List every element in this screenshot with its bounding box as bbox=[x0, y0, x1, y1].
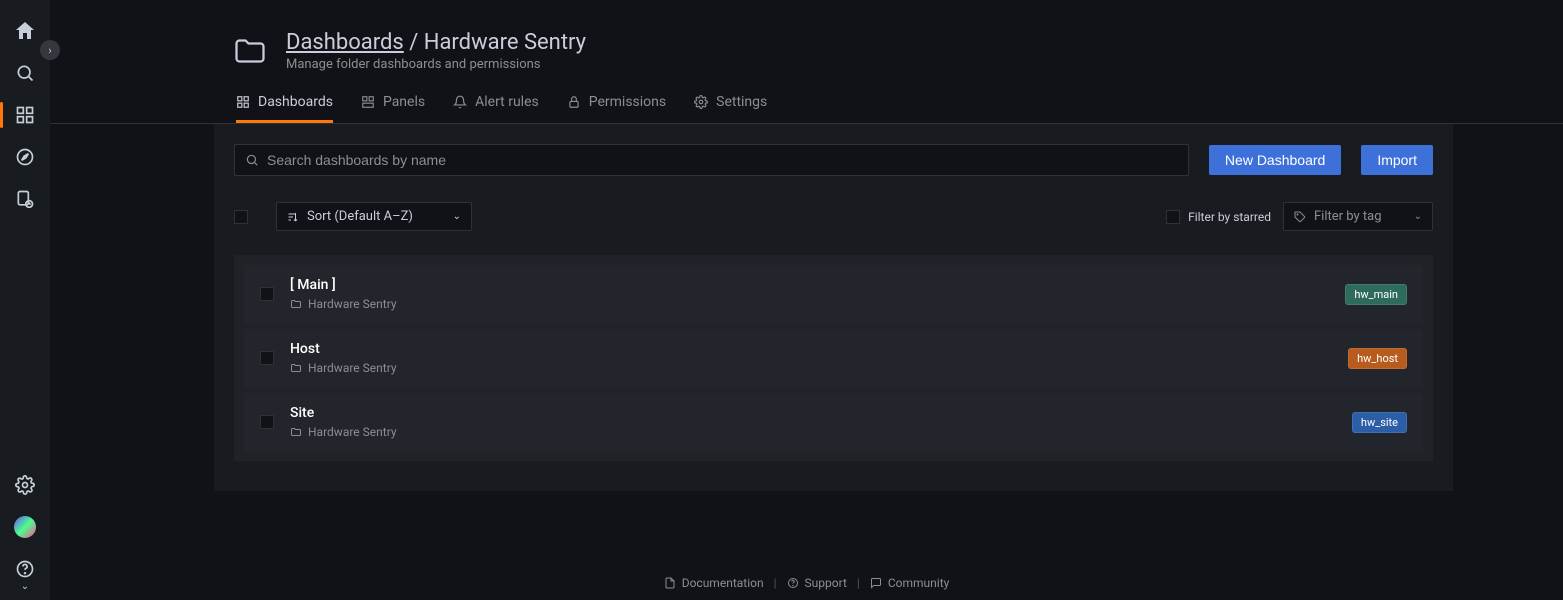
breadcrumb-root[interactable]: Dashboards bbox=[286, 30, 404, 55]
item-folder: Hardware Sentry bbox=[290, 297, 1329, 311]
breadcrumb-sep: / bbox=[404, 30, 424, 55]
support-icon bbox=[787, 577, 799, 589]
tag-icon bbox=[1294, 211, 1306, 223]
panel-icon bbox=[361, 95, 375, 109]
select-all-checkbox[interactable] bbox=[234, 210, 248, 224]
chevron-down-icon: ⌄ bbox=[453, 211, 461, 222]
tab-permissions[interactable]: Permissions bbox=[567, 94, 666, 123]
breadcrumb-leaf: Hardware Sentry bbox=[424, 30, 586, 55]
item-checkbox[interactable] bbox=[260, 351, 274, 365]
page-header: Dashboards / Hardware Sentry Manage fold… bbox=[50, 0, 1563, 72]
item-checkbox[interactable] bbox=[260, 415, 274, 429]
search-icon bbox=[245, 153, 259, 167]
item-title: Host bbox=[290, 341, 1332, 357]
nav-configuration[interactable] bbox=[0, 464, 50, 506]
sort-icon bbox=[287, 211, 299, 223]
item-folder: Hardware Sentry bbox=[290, 425, 1336, 439]
document-icon bbox=[664, 577, 676, 589]
nav-avatar[interactable] bbox=[14, 516, 36, 538]
tab-alert-rules[interactable]: Alert rules bbox=[453, 94, 539, 123]
tab-label: Settings bbox=[716, 94, 767, 110]
search-input[interactable] bbox=[267, 152, 1178, 168]
sort-select[interactable]: Sort (Default A–Z) ⌄ bbox=[276, 202, 472, 231]
item-tag[interactable]: hw_main bbox=[1345, 284, 1407, 305]
lock-icon bbox=[567, 95, 581, 109]
footer-support[interactable]: Support bbox=[787, 576, 847, 590]
filter-tag-select[interactable]: Filter by tag ⌄ bbox=[1283, 202, 1433, 231]
item-title: [ Main ] bbox=[290, 277, 1329, 293]
main-content: Dashboards / Hardware Sentry Manage fold… bbox=[50, 0, 1563, 600]
chevron-down-icon: ⌄ bbox=[21, 581, 29, 592]
tab-bar: Dashboards Panels Alert rules Permission… bbox=[50, 72, 1563, 124]
tab-dashboards[interactable]: Dashboards bbox=[236, 94, 333, 123]
list-item[interactable]: Site Hardware Sentry hw_site bbox=[244, 393, 1423, 451]
footer-community[interactable]: Community bbox=[870, 576, 949, 590]
tab-label: Panels bbox=[383, 94, 425, 110]
list-item[interactable]: [ Main ] Hardware Sentry hw_main bbox=[244, 265, 1423, 323]
nav-search[interactable] bbox=[0, 52, 50, 94]
nav-explore[interactable] bbox=[0, 136, 50, 178]
filter-starred-label: Filter by starred bbox=[1188, 210, 1271, 224]
item-tag[interactable]: hw_site bbox=[1352, 412, 1407, 433]
folder-icon bbox=[290, 298, 302, 310]
nav-alerting[interactable] bbox=[0, 178, 50, 220]
tab-label: Alert rules bbox=[475, 94, 539, 110]
content-panel: New Dashboard Import Sort (Default A–Z) … bbox=[214, 124, 1453, 491]
starred-checkbox[interactable] bbox=[1166, 210, 1180, 224]
dashboard-list: [ Main ] Hardware Sentry hw_main Host Ha… bbox=[234, 255, 1433, 461]
item-title: Site bbox=[290, 405, 1336, 421]
folder-icon bbox=[230, 31, 270, 71]
page-title: Dashboards / Hardware Sentry bbox=[286, 30, 586, 55]
filter-tag-label: Filter by tag bbox=[1314, 209, 1382, 224]
folder-icon bbox=[290, 362, 302, 374]
community-icon bbox=[870, 577, 882, 589]
gear-icon bbox=[694, 95, 708, 109]
tab-label: Dashboards bbox=[258, 94, 333, 110]
item-checkbox[interactable] bbox=[260, 287, 274, 301]
bell-icon bbox=[453, 95, 467, 109]
search-box[interactable] bbox=[234, 144, 1189, 176]
folder-icon bbox=[290, 426, 302, 438]
nav-sidebar: › ⌄ bbox=[0, 0, 50, 600]
tab-settings[interactable]: Settings bbox=[694, 94, 767, 123]
filter-starred[interactable]: Filter by starred bbox=[1166, 210, 1271, 224]
grid-icon bbox=[236, 95, 250, 109]
footer: Documentation | Support | Community bbox=[50, 546, 1563, 600]
nav-dashboards[interactable] bbox=[0, 94, 50, 136]
sort-label: Sort (Default A–Z) bbox=[307, 209, 413, 224]
import-button[interactable]: Import bbox=[1361, 145, 1433, 175]
list-item[interactable]: Host Hardware Sentry hw_host bbox=[244, 329, 1423, 387]
chevron-down-icon: ⌄ bbox=[1414, 211, 1422, 222]
new-dashboard-button[interactable]: New Dashboard bbox=[1209, 145, 1341, 175]
item-folder: Hardware Sentry bbox=[290, 361, 1332, 375]
tab-label: Permissions bbox=[589, 94, 666, 110]
nav-help[interactable]: ⌄ bbox=[0, 548, 50, 590]
item-tag[interactable]: hw_host bbox=[1348, 348, 1407, 369]
tab-panels[interactable]: Panels bbox=[361, 94, 425, 123]
footer-documentation[interactable]: Documentation bbox=[664, 576, 764, 590]
page-subtitle: Manage folder dashboards and permissions bbox=[286, 57, 586, 72]
